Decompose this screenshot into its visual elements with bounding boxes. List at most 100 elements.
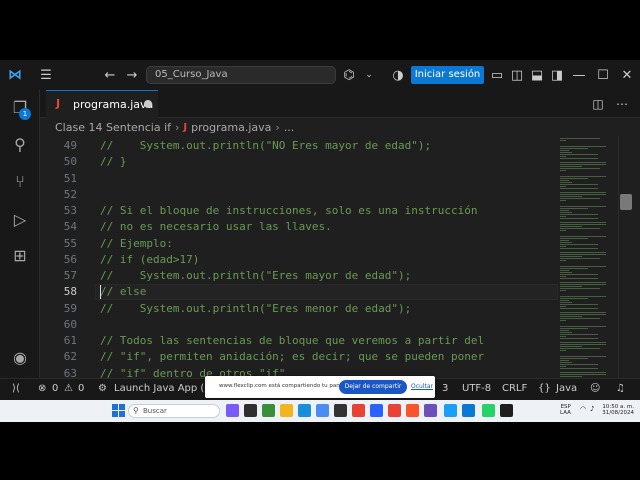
language-indicator[interactable]: ESP LAA	[560, 404, 571, 416]
encoding[interactable]: UTF-8	[462, 383, 491, 394]
code-text[interactable]: // System.out.println("NO Eres mayor de …	[100, 138, 431, 154]
file-explorer-icon[interactable]	[280, 404, 293, 417]
code-line[interactable]: 57 // System.out.println("Eres mayor de e…	[40, 268, 558, 284]
command-center[interactable]: 05_Curso_Java	[146, 66, 336, 84]
more-actions-icon[interactable]: ⋯	[614, 96, 630, 112]
scrollbar-thumb[interactable]	[620, 194, 632, 210]
taskbar-search[interactable]: ⚲ Buscar	[128, 404, 220, 418]
error-count[interactable]: 0	[52, 383, 58, 394]
terminal-icon[interactable]	[500, 404, 513, 417]
extensions-icon[interactable]: ⊞	[9, 244, 31, 266]
account-icon[interactable]: ◉	[9, 346, 31, 368]
code-text[interactable]: // }	[100, 154, 127, 170]
language-braces-icon[interactable]: {}	[538, 383, 551, 394]
toggle-secondary-sidebar-icon[interactable]: ◨	[548, 66, 566, 84]
code-line[interactable]: 59 // System.out.println("Eres menor de e…	[40, 301, 558, 317]
back-arrow-icon[interactable]: ←	[101, 66, 119, 84]
minimize-icon[interactable]: —	[570, 66, 588, 84]
launch-config[interactable]: Launch Java App (05	[114, 383, 217, 394]
run-debug-icon[interactable]: ▷	[9, 208, 31, 230]
toggle-panel-icon[interactable]: ⬓	[528, 66, 546, 84]
login-button[interactable]: Iniciar sesión	[411, 66, 484, 84]
copilot-status-icon[interactable]: ☺	[590, 383, 600, 394]
windows-start-icon[interactable]	[112, 404, 125, 417]
minimap-line	[560, 332, 572, 333]
launch-icon[interactable]: ⚙	[98, 383, 107, 394]
app-icon[interactable]	[444, 404, 457, 417]
app-icon[interactable]	[370, 404, 383, 417]
code-text[interactable]: // Ejemplo:	[100, 236, 173, 252]
chrome-icon[interactable]	[352, 404, 365, 417]
code-line[interactable]: 61 // Todos las sentencias de bloque que …	[40, 333, 558, 349]
code-line[interactable]: 50 // }	[40, 154, 558, 170]
code-text[interactable]: // Si el bloque de instrucciones, solo e…	[100, 203, 478, 219]
code-line[interactable]: 60	[40, 317, 558, 333]
hide-banner-link[interactable]: Ocultar	[411, 383, 433, 390]
language-mode[interactable]: Java	[556, 383, 577, 394]
unsaved-dot-icon[interactable]	[144, 100, 152, 108]
widgets-icon[interactable]	[262, 404, 275, 417]
code-text[interactable]: // System.out.println("Eres mayor de eda…	[100, 268, 411, 284]
app-icon[interactable]	[424, 404, 437, 417]
tab-programa-java[interactable]: J programa.java	[46, 90, 158, 118]
code-line[interactable]: 51	[40, 171, 558, 187]
breadcrumb-more[interactable]: ...	[284, 121, 295, 134]
breadcrumb-file[interactable]: programa.java	[191, 121, 271, 134]
store-icon[interactable]	[316, 404, 329, 417]
indent-spaces[interactable]: 3	[442, 383, 448, 394]
clock[interactable]: 10:50 a. m. 31/08/2024	[600, 404, 634, 416]
layout-icon[interactable]: ▭	[488, 66, 506, 84]
code-line[interactable]: 52	[40, 187, 558, 203]
minimap-line	[560, 224, 607, 225]
code-text[interactable]: // else	[100, 284, 146, 300]
code-line[interactable]: 49 // System.out.println("NO Eres mayor d…	[40, 138, 558, 154]
minimap-line	[560, 296, 606, 297]
wifi-icon[interactable]: ◠	[580, 405, 586, 413]
code-text[interactable]: // System.out.println("Eres menor de eda…	[100, 301, 411, 317]
code-text[interactable]: // no es necesario usar las llaves.	[100, 219, 332, 235]
line-number: 62	[63, 350, 77, 364]
toggle-sidebar-icon[interactable]: ◫	[508, 66, 526, 84]
code-line[interactable]: 54 // no es necesario usar las llaves.	[40, 219, 558, 235]
end-of-line[interactable]: CRLF	[502, 383, 527, 394]
whatsapp-icon[interactable]	[482, 404, 495, 417]
warning-icon[interactable]: ⚠	[64, 383, 73, 394]
warning-count[interactable]: 0	[78, 383, 84, 394]
minimap-line	[560, 334, 598, 335]
code-line[interactable]: 55 // Ejemplo:	[40, 236, 558, 252]
copilot-icon[interactable]: ⌬	[340, 66, 358, 84]
accounts-icon[interactable]: ◑	[389, 66, 407, 84]
source-control-icon[interactable]: ⑂	[9, 170, 31, 192]
menu-icon[interactable]: ☰	[37, 66, 55, 84]
error-icon[interactable]: ⊗	[38, 383, 46, 394]
code-line[interactable]: 56 // if (edad>17)	[40, 252, 558, 268]
copilot-app-icon[interactable]	[226, 404, 239, 417]
code-line[interactable]: 58 // else	[40, 284, 558, 300]
code-line[interactable]: 53 // Si el bloque de instrucciones, solo…	[40, 203, 558, 219]
code-editor[interactable]: 49 // System.out.println("NO Eres mayor d…	[40, 136, 558, 378]
code-text[interactable]: // Todos las sentencias de bloque que ve…	[100, 333, 484, 349]
task-view-icon[interactable]	[244, 404, 257, 417]
line-number: 53	[63, 204, 77, 217]
forward-arrow-icon[interactable]: →	[123, 66, 141, 84]
app-icon[interactable]	[388, 404, 401, 417]
code-text[interactable]: // "if", permiten anidación; es decir; q…	[100, 349, 484, 365]
edge-icon[interactable]	[298, 404, 311, 417]
remote-icon[interactable]: ⟩⟨	[12, 383, 20, 394]
close-icon[interactable]: ✕	[618, 66, 636, 84]
brave-icon[interactable]	[406, 404, 419, 417]
minimap[interactable]	[558, 136, 618, 378]
maximize-icon[interactable]: ☐	[594, 66, 612, 84]
minimap-line	[560, 196, 583, 197]
stop-sharing-button[interactable]: Dejar de compartir	[339, 380, 407, 394]
code-line[interactable]: 62 // "if", permiten anidación; es decir;…	[40, 349, 558, 365]
notifications-bell-icon[interactable]: ♫	[616, 383, 625, 394]
chevron-down-icon[interactable]: ⌄	[360, 66, 378, 84]
breadcrumb-folder[interactable]: Clase 14 Sentencia if	[55, 121, 171, 134]
split-editor-icon[interactable]: ◫	[590, 96, 606, 112]
vscode-taskbar-icon[interactable]	[462, 404, 475, 417]
search-icon[interactable]: ⚲	[9, 133, 31, 155]
app-icon[interactable]	[334, 404, 347, 417]
code-text[interactable]: // if (edad>17)	[100, 252, 199, 268]
volume-icon[interactable]: ♪	[590, 405, 594, 413]
